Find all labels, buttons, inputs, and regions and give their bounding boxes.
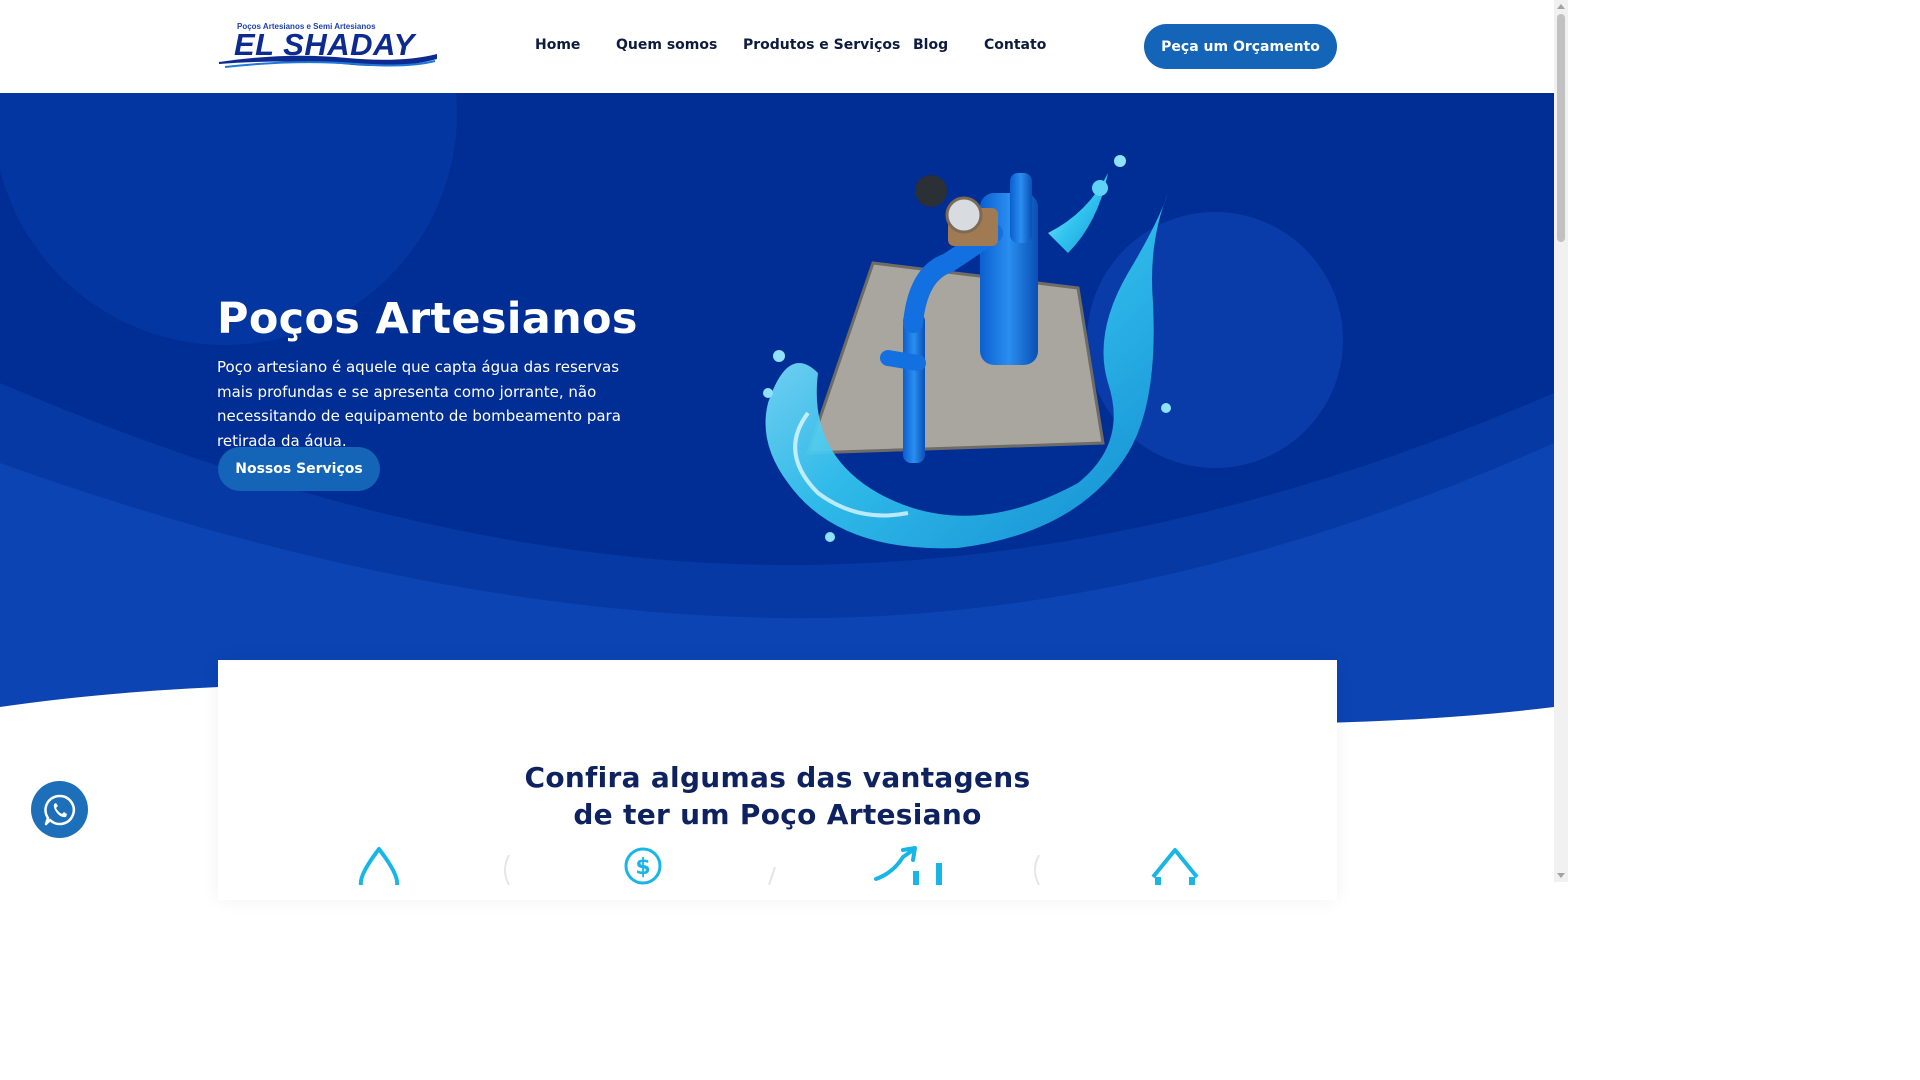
hero-description: Poço artesiano é aquele que capta água d…	[217, 358, 621, 450]
scroll-up-arrow-icon[interactable]	[1557, 4, 1565, 9]
advantages-title-line-1: Confira algumas das vantagens	[524, 761, 1031, 795]
vertical-scrollbar[interactable]	[1554, 0, 1568, 882]
scroll-down-arrow-icon[interactable]	[1557, 873, 1565, 878]
whatsapp-button[interactable]	[31, 781, 88, 838]
advantages-title: Confira algumas das vantagens de ter um …	[218, 759, 1337, 833]
nav-home[interactable]: Home	[535, 37, 580, 53]
site-header: Poços Artesianos e Semi Artesianos EL SH…	[0, 0, 1554, 93]
divider-3	[1034, 855, 1040, 885]
divider-2	[768, 866, 776, 885]
water-drop-icon	[358, 847, 400, 885]
hero-title: Poços Artesianos	[217, 293, 638, 344]
scrollbar-thumb[interactable]	[1557, 14, 1565, 242]
dollar-coin-icon: $	[624, 847, 662, 885]
advantages-card: Confira algumas das vantagens de ter um …	[218, 660, 1337, 900]
divider-1	[504, 855, 510, 885]
growth-chart-icon	[874, 846, 942, 885]
well-water-splash-image	[763, 155, 1171, 549]
nav-quem-somos[interactable]: Quem somos	[616, 37, 717, 53]
svg-text:$: $	[635, 855, 650, 880]
nav-blog[interactable]: Blog	[913, 37, 948, 53]
advantages-title-line-2: de ter um Poço Artesiano	[573, 798, 982, 832]
nav-contato[interactable]: Contato	[984, 37, 1046, 53]
house-icon	[1151, 848, 1199, 885]
whatsapp-icon	[43, 794, 75, 825]
services-button[interactable]: Nossos Serviços	[218, 447, 380, 491]
quote-button[interactable]: Peça um Orçamento	[1144, 24, 1337, 69]
nav-produtos-servicos[interactable]: Produtos e Serviços	[743, 37, 900, 53]
